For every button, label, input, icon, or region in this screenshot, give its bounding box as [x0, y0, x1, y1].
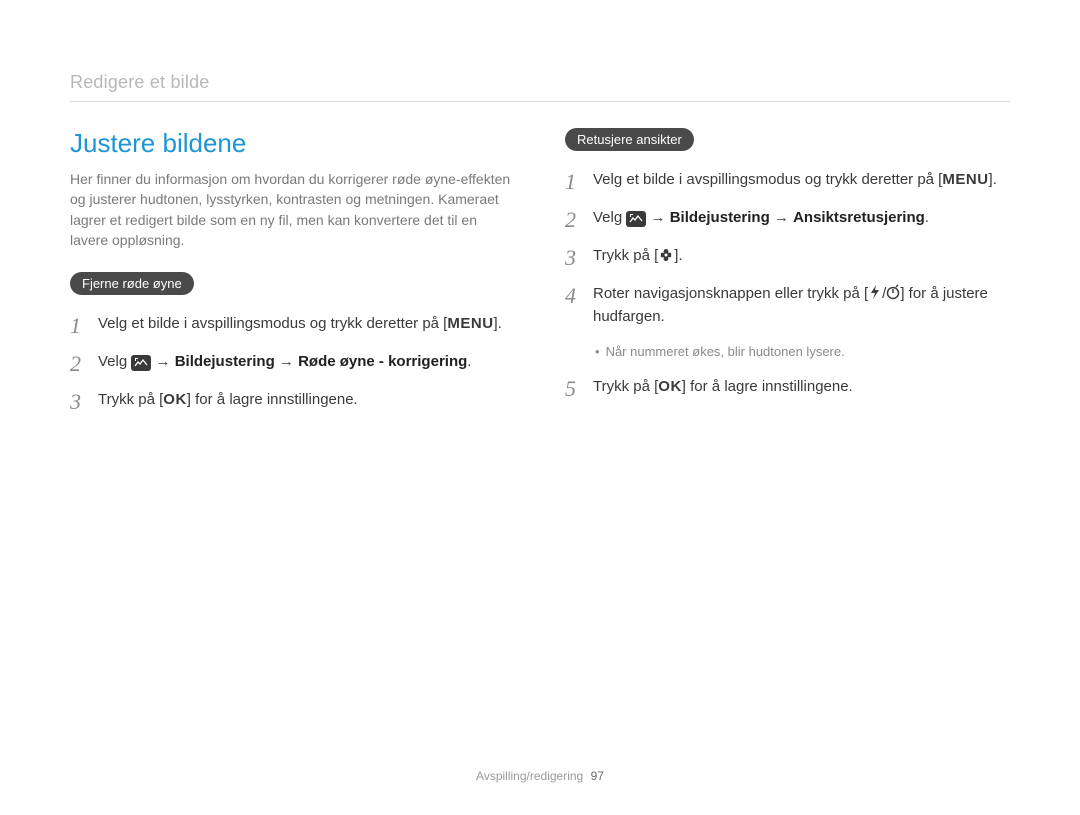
text: Velg [98, 353, 131, 370]
text: → [151, 353, 174, 370]
step-body: Velg et bilde i avspillingsmodus og tryk… [593, 169, 1010, 192]
text: Trykk på [ [98, 391, 163, 408]
text: . [925, 209, 929, 226]
step-3: 3 Trykk på [OK] for å lagre innstillinge… [70, 389, 515, 413]
step-number: 3 [70, 389, 88, 413]
text: ]. [989, 171, 997, 188]
pill-retouch-face: Retusjere ansikter [565, 128, 694, 151]
page-footer: Avspilling/redigering 97 [0, 769, 1080, 783]
text: → [646, 209, 669, 226]
step-number: 2 [565, 207, 583, 231]
section-title: Justere bildene [70, 128, 515, 159]
step-number: 3 [565, 245, 583, 269]
step-body: Trykk på [OK] for å lagre innstillingene… [593, 376, 1010, 399]
right-column: Retusjere ansikter 1 Velg et bilde i avs… [565, 128, 1010, 427]
text: Velg et bilde i avspillingsmodus og tryk… [98, 315, 447, 332]
left-column: Justere bildene Her finner du informasjo… [70, 128, 515, 427]
step-number: 2 [70, 351, 88, 375]
page-header: Redigere et bilde [70, 72, 1010, 93]
edit-icon [626, 211, 646, 227]
menu-label: MENU [447, 315, 493, 332]
bold-text: Røde øyne - korrigering [298, 353, 467, 370]
text: Velg et bilde i avspillingsmodus og tryk… [593, 171, 942, 188]
step-body: Trykk på [OK] for å lagre innstillingene… [98, 389, 515, 412]
step-body: Roter navigasjonsknappen eller trykk på … [593, 283, 1010, 328]
text: Trykk på [ [593, 378, 658, 395]
page-number: 97 [591, 769, 604, 783]
ok-label: OK [658, 378, 682, 395]
ok-label: OK [163, 391, 187, 408]
menu-label: MENU [942, 171, 988, 188]
edit-icon [131, 355, 151, 371]
pill-red-eye: Fjerne røde øyne [70, 272, 194, 295]
footer-section: Avspilling/redigering [476, 769, 583, 783]
manual-page: Redigere et bilde Justere bildene Her fi… [0, 0, 1080, 815]
step-body: Velg et bilde i avspillingsmodus og tryk… [98, 313, 515, 336]
step-number: 1 [565, 169, 583, 193]
step-4-note: Når nummeret økes, blir hudtonen lysere. [595, 342, 1010, 362]
text: ]. [494, 315, 502, 332]
step-5: 5 Trykk på [OK] for å lagre innstillinge… [565, 376, 1010, 400]
bold-text: Bildejustering [670, 209, 770, 226]
text: → [275, 353, 298, 370]
step-4: 4 Roter navigasjonsknappen eller trykk p… [565, 283, 1010, 328]
step-number: 4 [565, 283, 583, 307]
step-body: Velg → Bildejustering → Røde øyne - korr… [98, 351, 515, 374]
divider [70, 101, 1010, 102]
step-number: 5 [565, 376, 583, 400]
text: Trykk på [ [593, 247, 658, 264]
bold-text: Bildejustering [175, 353, 275, 370]
text: → [770, 209, 793, 226]
step-1: 1 Velg et bilde i avspillingsmodus og tr… [70, 313, 515, 337]
step-1: 1 Velg et bilde i avspillingsmodus og tr… [565, 169, 1010, 193]
text: ] for å lagre innstillingene. [682, 378, 853, 395]
text: Velg [593, 209, 626, 226]
content-columns: Justere bildene Her finner du informasjo… [70, 128, 1010, 427]
step-2: 2 Velg → Bildejustering → Røde øyne - ko… [70, 351, 515, 375]
step-2: 2 Velg → Bildejustering → Ansiktsretusje… [565, 207, 1010, 231]
step-3: 3 Trykk på []. [565, 245, 1010, 269]
text: ] for å lagre innstillingene. [187, 391, 358, 408]
text: ]. [674, 247, 682, 264]
step-body: Velg → Bildejustering → Ansiktsretusjeri… [593, 207, 1010, 230]
timer-icon [886, 284, 900, 300]
text: . [467, 353, 471, 370]
text: Roter navigasjonsknappen eller trykk på … [593, 285, 868, 302]
intro-text: Her finner du informasjon om hvordan du … [70, 169, 515, 250]
macro-icon [658, 247, 674, 263]
flash-icon [868, 284, 882, 300]
step-number: 1 [70, 313, 88, 337]
bold-text: Ansiktsretusjering [793, 209, 925, 226]
step-body: Trykk på []. [593, 245, 1010, 268]
